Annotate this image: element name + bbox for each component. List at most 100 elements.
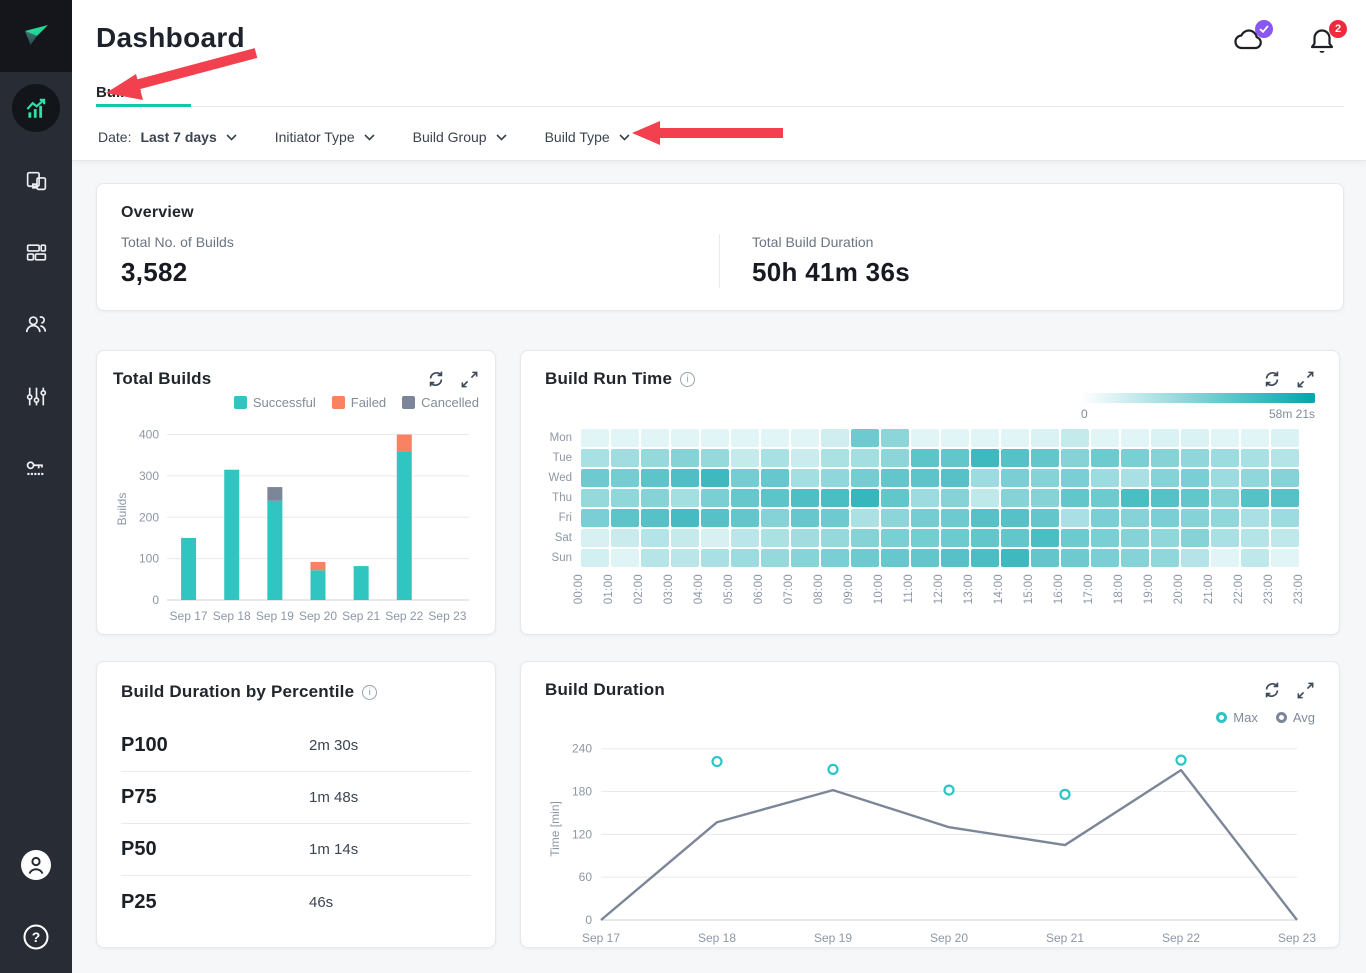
heatmap-col-label: 08:00 <box>813 574 825 604</box>
bar-segment-successful <box>354 566 369 600</box>
heatmap-cell <box>1031 549 1059 567</box>
user-avatar[interactable] <box>0 829 72 901</box>
heatmap-cell <box>1001 509 1029 527</box>
heatmap-cell <box>1181 509 1209 527</box>
heatmap-cell <box>1001 429 1029 447</box>
heatmap-cell <box>1061 509 1089 527</box>
heatmap-cell <box>1061 449 1089 467</box>
bar-segment-failed <box>397 435 412 452</box>
percentile-row-p100: P100 2m 30s <box>121 720 471 772</box>
heatmap-col-label: 10:00 <box>873 574 885 604</box>
heatmap-color-scale <box>1081 393 1315 403</box>
heatmap-cell <box>971 489 999 507</box>
refresh-button[interactable] <box>426 369 446 389</box>
heatmap-cell <box>731 549 759 567</box>
y-tick-label: 0 <box>152 593 159 607</box>
app-logo[interactable] <box>0 0 72 72</box>
heatmap-cell <box>1271 489 1299 507</box>
expand-button[interactable] <box>1296 369 1315 389</box>
heatmap-cell <box>641 529 669 547</box>
heatmap-cell <box>1061 429 1089 447</box>
heatmap-cell <box>881 489 909 507</box>
heatmap-cell <box>911 429 939 447</box>
refresh-button[interactable] <box>1262 680 1282 700</box>
build-duration-card: Build Duration Max Avg <box>520 661 1340 948</box>
heatmap-cell <box>791 529 819 547</box>
info-icon[interactable]: i <box>680 372 695 387</box>
heatmap-cell <box>851 489 879 507</box>
sidebar-item-users[interactable] <box>0 288 72 360</box>
sidebar-item-api-keys[interactable] <box>0 432 72 504</box>
heatmap-cell <box>641 469 669 487</box>
heatmap-cell <box>941 429 969 447</box>
heatmap-cell <box>1151 509 1179 527</box>
heatmap-cell <box>611 429 639 447</box>
notifications-button[interactable]: 2 <box>1308 26 1340 56</box>
info-icon[interactable]: i <box>362 685 377 700</box>
heatmap-cell <box>1121 489 1149 507</box>
sidebar-item-dashboards[interactable] <box>0 216 72 288</box>
expand-button[interactable] <box>1296 680 1315 700</box>
sidebar-item-apps[interactable] <box>0 144 72 216</box>
x-tick-label: Sep 18 <box>698 931 736 945</box>
help-button[interactable]: ? <box>0 901 72 973</box>
refresh-button[interactable] <box>1262 369 1282 389</box>
max-marker-swatch <box>1216 712 1227 723</box>
filter-bar: Date: Last 7 days Initiator Type Build G… <box>98 118 630 156</box>
heatmap-cell <box>791 429 819 447</box>
heatmap-cell <box>1211 509 1239 527</box>
filter-build-type[interactable]: Build Type <box>545 129 630 145</box>
total-builds-legend: Successful Failed Cancelled <box>113 395 479 410</box>
heatmap-row-label: Wed <box>545 469 579 487</box>
heatmap-cell <box>911 549 939 567</box>
svg-text:?: ? <box>32 929 41 945</box>
heatmap-cell <box>1031 509 1059 527</box>
build-status-cloud-button[interactable] <box>1234 26 1266 56</box>
heatmap-cell <box>1121 449 1149 467</box>
heatmap-cell <box>761 449 789 467</box>
avg-marker-swatch <box>1276 712 1287 723</box>
heatmap-cell <box>1181 549 1209 567</box>
heatmap-col-label: 09:00 <box>843 574 855 604</box>
heatmap-cell <box>1091 429 1119 447</box>
expand-button[interactable] <box>460 369 479 389</box>
y-tick-label: 180 <box>572 785 592 799</box>
sidebar-item-insights[interactable] <box>0 72 72 144</box>
tab-builds[interactable]: Builds <box>96 84 142 101</box>
heatmap-cell <box>1001 469 1029 487</box>
heatmap-cell <box>881 449 909 467</box>
heatmap-cell <box>671 449 699 467</box>
heatmap-cell <box>1091 449 1119 467</box>
percentile-value: 1m 14s <box>309 841 358 858</box>
heatmap-cell <box>1061 489 1089 507</box>
heatmap-col-label: 01:00 <box>603 574 615 604</box>
percentile-value: 46s <box>309 894 333 911</box>
heatmap-cell <box>1091 549 1119 567</box>
heatmap-cell <box>1181 529 1209 547</box>
filter-initiator-type[interactable]: Initiator Type <box>275 129 375 145</box>
refresh-icon <box>1262 369 1282 389</box>
heatmap-scale-labels: 0 58m 21s <box>1081 407 1315 421</box>
heatmap-col-label: 04:00 <box>693 574 705 604</box>
heatmap-cell <box>911 449 939 467</box>
filter-build-group[interactable]: Build Group <box>413 129 507 145</box>
sidebar-bottom: ? <box>0 829 72 973</box>
page: ? Dashboard <box>0 0 1366 973</box>
tab-active-underline <box>96 104 191 107</box>
heatmap-cell <box>731 509 759 527</box>
filter-date[interactable]: Date: Last 7 days <box>98 129 237 145</box>
heatmap-cell <box>611 449 639 467</box>
expand-icon <box>1296 681 1315 700</box>
heatmap-cell <box>641 489 669 507</box>
x-tick-label: Sep 21 <box>1046 931 1084 945</box>
overview-card: Overview Total No. of Builds 3,582 Total… <box>96 183 1344 311</box>
heatmap-cell <box>911 489 939 507</box>
scale-max: 58m 21s <box>1269 407 1315 421</box>
heatmap-cell <box>1061 549 1089 567</box>
build-duration-legend: Max Avg <box>1216 710 1315 725</box>
sidebar-item-settings[interactable] <box>0 360 72 432</box>
heatmap-cell <box>1121 549 1149 567</box>
x-tick-label: Sep 19 <box>814 931 852 945</box>
heatmap-row-label: Sun <box>545 549 579 567</box>
heatmap-cell <box>641 549 669 567</box>
